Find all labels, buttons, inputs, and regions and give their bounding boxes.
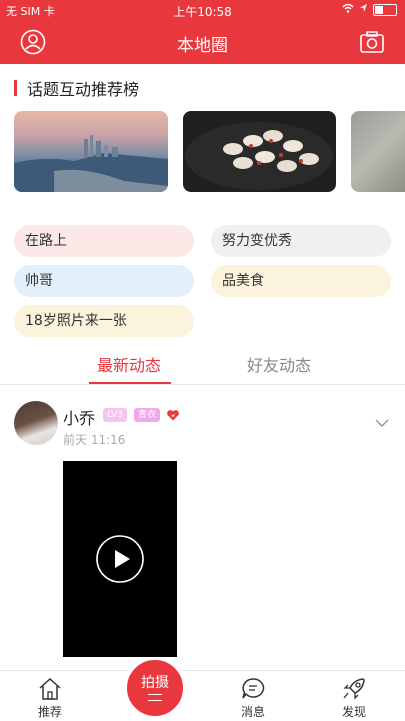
- heart-badge-icon: [166, 407, 180, 421]
- topic-tag-food[interactable]: 品美食: [211, 265, 391, 297]
- topic-image-food[interactable]: [183, 111, 336, 192]
- topic-image-wall[interactable]: [351, 111, 405, 192]
- topic-image-city[interactable]: [14, 111, 168, 192]
- section-title: 话题互动推荐榜: [27, 80, 140, 99]
- wifi-icon: [342, 3, 354, 16]
- post-username[interactable]: 小乔: [63, 405, 95, 429]
- nav-bar: 本地圈: [0, 20, 405, 64]
- video-thumbnail[interactable]: [63, 461, 177, 657]
- topic-tag-on-the-road[interactable]: 在路上: [14, 225, 194, 257]
- menu-lines-icon: [148, 694, 162, 701]
- shoot-button[interactable]: 拍摄: [124, 657, 186, 719]
- message-icon: [223, 677, 283, 701]
- avatar[interactable]: [14, 401, 58, 445]
- tab-discover-label: 发现: [341, 705, 366, 719]
- section-accent-bar: [14, 80, 17, 96]
- tab-messages[interactable]: 消息: [223, 677, 283, 720]
- page-title: 本地圈: [177, 36, 228, 56]
- home-icon: [20, 677, 80, 701]
- title-badge: 青衣: [134, 408, 161, 422]
- topic-tag-handsome[interactable]: 帅哥: [14, 265, 194, 297]
- main-content: 话题互动推荐榜 在路上 努力变优秀 帅哥 品美食 18岁照片来一张 最新动态 好…: [0, 64, 405, 670]
- tab-latest[interactable]: 最新动态: [97, 352, 161, 376]
- camera-icon[interactable]: [359, 29, 385, 55]
- post-card: 小乔 LV3 青衣 前天 11:16: [0, 385, 405, 670]
- tab-discover[interactable]: 发现: [324, 677, 384, 720]
- topic-tag-improve[interactable]: 努力变优秀: [211, 225, 391, 257]
- topic-tag-18-photo[interactable]: 18岁照片来一张: [14, 305, 194, 337]
- tab-friends[interactable]: 好友动态: [247, 352, 311, 376]
- shoot-label: 拍摄: [141, 675, 169, 691]
- status-bar: 无 SIM 卡 上午10:58: [0, 0, 405, 20]
- feed-tabs: 最新动态 好友动态: [0, 342, 405, 384]
- status-icons: [342, 3, 397, 16]
- chevron-down-icon[interactable]: [375, 413, 389, 428]
- tab-recommend[interactable]: 推荐: [20, 677, 80, 720]
- tab-recommend-label: 推荐: [37, 705, 62, 719]
- location-icon: [359, 3, 368, 16]
- battery-icon: [373, 3, 397, 16]
- level-badge: LV3: [103, 408, 127, 422]
- play-icon[interactable]: [96, 535, 144, 583]
- section-header: 话题互动推荐榜: [14, 78, 140, 99]
- rocket-icon: [324, 677, 384, 701]
- post-time: 前天 11:16: [63, 433, 126, 447]
- bottom-tab-bar: 推荐 拍摄 消息 发现: [0, 657, 405, 721]
- tab-messages-label: 消息: [240, 705, 265, 719]
